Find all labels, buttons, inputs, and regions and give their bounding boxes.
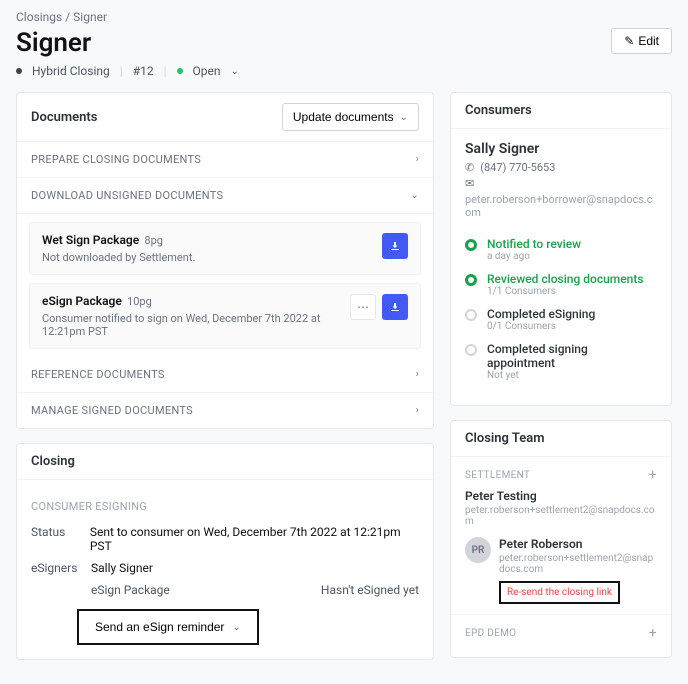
reference-documents-row[interactable]: REFERENCE DOCUMENTS › xyxy=(17,357,433,393)
add-epd-button[interactable]: + xyxy=(649,625,657,641)
package-desc: Consumer notified to sign on Wed, Decemb… xyxy=(42,312,350,338)
consumer-name: Sally Signer xyxy=(465,141,657,157)
chevron-down-icon: ⌄ xyxy=(400,112,408,123)
chevron-right-icon: › xyxy=(416,369,419,380)
step-done-icon xyxy=(465,239,477,251)
send-esign-reminder-button[interactable]: Send an eSign reminder ⌄ xyxy=(77,609,259,645)
breadcrumb-root[interactable]: Closings xyxy=(16,10,62,24)
more-button[interactable]: ⋯ xyxy=(350,294,376,320)
chevron-down-icon: ⌄ xyxy=(410,190,419,201)
closing-status[interactable]: Open xyxy=(193,64,221,78)
status-dot-icon xyxy=(177,68,183,74)
package-desc: Not downloaded by Settlement. xyxy=(42,251,195,264)
add-settlement-button[interactable]: + xyxy=(649,467,657,483)
status-label: Status xyxy=(31,525,90,553)
closing-number: #12 xyxy=(133,64,154,78)
consumer-timeline: Notified to review a day ago Reviewed cl… xyxy=(451,237,671,405)
wet-sign-package: Wet Sign Package 8pg Not downloaded by S… xyxy=(29,222,421,275)
download-icon xyxy=(389,301,401,313)
chevron-down-icon: ⌄ xyxy=(232,622,240,633)
status-value: Sent to consumer on Wed, December 7th 20… xyxy=(90,525,419,553)
breadcrumb: Closings / Signer xyxy=(16,10,672,24)
esign-package-name: eSign Package xyxy=(91,583,170,597)
step-pending-icon xyxy=(465,344,477,356)
hybrid-dot-icon xyxy=(16,68,22,74)
consumers-card: Consumers Sally Signer ✆ (847) 770-5653 … xyxy=(450,92,672,406)
consumers-heading: Consumers xyxy=(465,103,532,118)
closing-heading: Closing xyxy=(31,454,75,469)
step-esigning-title: Completed eSigning xyxy=(487,307,595,321)
epd-demo-label: EPD DEMO xyxy=(465,628,516,639)
package-pages: 8pg xyxy=(144,234,163,247)
step-reviewed-sub: 1/1 Consumers xyxy=(487,286,644,297)
breadcrumb-current: Signer xyxy=(73,10,107,24)
settlement-label: SETTLEMENT xyxy=(465,470,530,481)
page-title: Signer xyxy=(16,28,91,58)
consumer-email: peter.roberson+borrower@snapdocs.com xyxy=(465,193,657,219)
member-email: peter.roberson+settlement2@snapdocs.com xyxy=(499,553,657,575)
avatar: PR xyxy=(465,537,491,563)
download-button[interactable] xyxy=(382,233,408,259)
package-title: Wet Sign Package xyxy=(42,233,139,247)
step-reviewed-title: Reviewed closing documents xyxy=(487,272,644,286)
phone-icon: ✆ xyxy=(465,161,474,174)
download-unsigned-row[interactable]: DOWNLOAD UNSIGNED DOCUMENTS ⌄ xyxy=(17,178,433,214)
resend-closing-link-button[interactable]: Re-send the closing link xyxy=(499,581,620,604)
step-done-icon xyxy=(465,274,477,286)
documents-heading: Documents xyxy=(31,110,97,125)
consumer-esigning-label: CONSUMER ESIGNING xyxy=(31,500,419,513)
consumer-phone: (847) 770-5653 xyxy=(480,161,555,174)
esign-package-status: Hasn't eSigned yet xyxy=(321,583,419,597)
esigners-value: Sally Signer xyxy=(91,561,153,575)
chevron-right-icon: › xyxy=(416,154,419,165)
settlement-name: Peter Testing xyxy=(465,489,657,503)
closing-card: Closing CONSUMER ESIGNING Status Sent to… xyxy=(16,443,434,660)
closing-team-card: Closing Team SETTLEMENT + Peter Testing … xyxy=(450,420,672,658)
esign-package: eSign Package 10pg Consumer notified to … xyxy=(29,283,421,349)
ellipsis-icon: ⋯ xyxy=(357,300,369,314)
prepare-documents-row[interactable]: PREPARE CLOSING DOCUMENTS › xyxy=(17,142,433,178)
member-name: Peter Roberson xyxy=(499,537,657,551)
meta-row: Hybrid Closing | #12 | Open ⌄ xyxy=(16,64,672,78)
step-appt-sub: Not yet xyxy=(487,370,657,381)
esigners-label: eSigners xyxy=(31,561,91,575)
chevron-down-icon[interactable]: ⌄ xyxy=(231,66,239,77)
download-icon xyxy=(389,240,401,252)
step-pending-icon xyxy=(465,309,477,321)
update-documents-button[interactable]: Update documents ⌄ xyxy=(282,103,419,131)
step-notified-sub: a day ago xyxy=(487,251,581,262)
mail-icon: ✉ xyxy=(465,177,474,190)
edit-button[interactable]: ✎ Edit xyxy=(611,28,672,54)
closing-type: Hybrid Closing xyxy=(32,64,110,78)
manage-signed-row[interactable]: MANAGE SIGNED DOCUMENTS › xyxy=(17,393,433,428)
package-title: eSign Package xyxy=(42,294,122,308)
chevron-right-icon: › xyxy=(416,405,419,416)
settlement-email: peter.roberson+settlement2@snapdocs.com xyxy=(465,505,657,527)
download-button[interactable] xyxy=(382,294,408,320)
step-notified-title: Notified to review xyxy=(487,237,581,251)
package-pages: 10pg xyxy=(127,295,152,308)
pencil-icon: ✎ xyxy=(624,34,634,48)
step-appt-title: Completed signing appointment xyxy=(487,342,657,370)
closing-team-heading: Closing Team xyxy=(451,421,671,457)
step-esigning-sub: 0/1 Consumers xyxy=(487,321,595,332)
documents-card: Documents Update documents ⌄ PREPARE CLO… xyxy=(16,92,434,429)
